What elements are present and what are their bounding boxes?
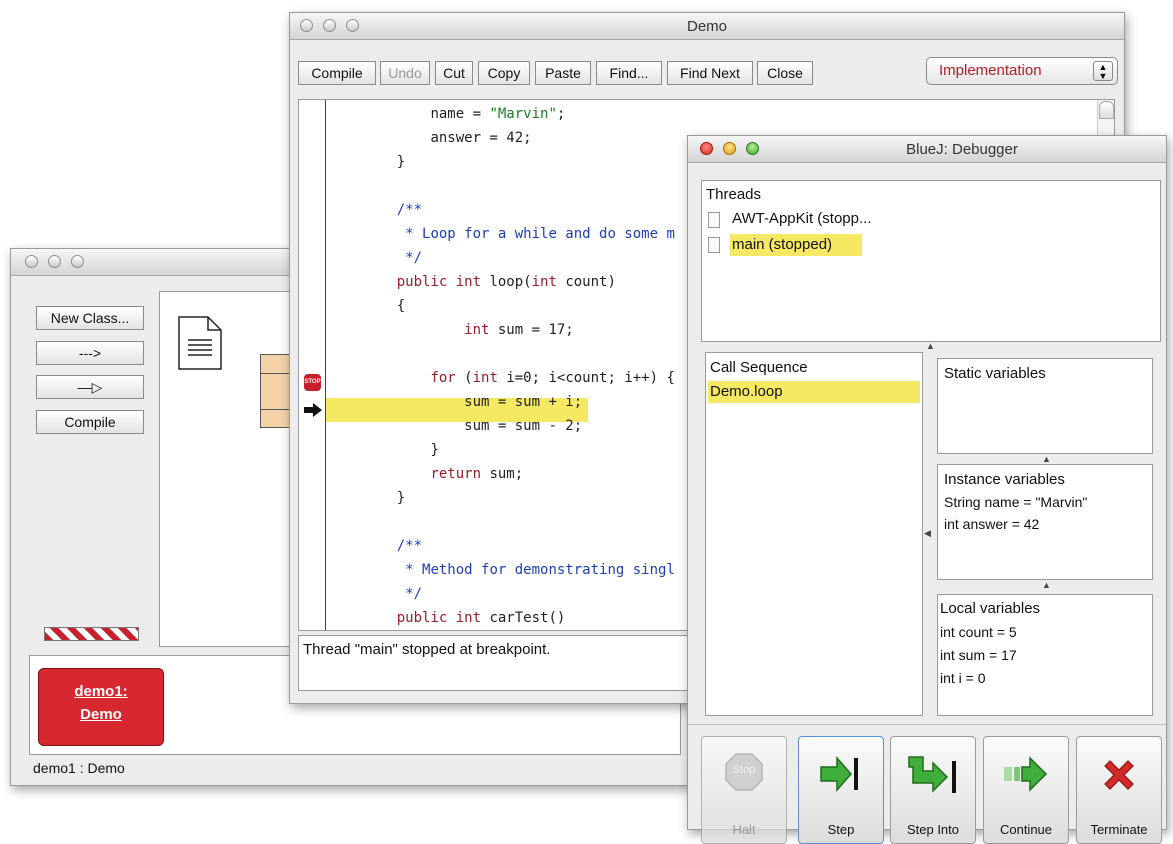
local-variables-label: Local variables: [940, 600, 1041, 617]
step-button[interactable]: Step: [798, 736, 884, 844]
instance-variable[interactable]: int answer = 42: [944, 516, 1039, 532]
machine-activity-indicator: [44, 627, 139, 641]
step-into-label: Step Into: [906, 822, 960, 837]
call-sequence-panel: Call Sequence Demo.loop: [705, 352, 923, 716]
thread-icon: [708, 237, 720, 253]
local-variables-panel: Local variables int count = 5 int sum = …: [937, 594, 1153, 716]
object-type: Demo: [80, 706, 122, 723]
new-class-button[interactable]: New Class...: [36, 306, 144, 330]
editor-title: Demo: [686, 18, 727, 35]
breakpoint-stop-icon[interactable]: STOP: [304, 374, 321, 391]
step-into-button[interactable]: Step Into: [890, 736, 976, 844]
project-status: demo1 : Demo: [33, 760, 125, 776]
local-variable[interactable]: int count = 5: [940, 624, 1017, 640]
execution-pointer-icon: [303, 402, 323, 418]
zoom-icon[interactable]: [71, 255, 84, 268]
continue-label: Continue: [999, 822, 1053, 837]
instance-variables-label: Instance variables: [944, 471, 1065, 488]
local-variable[interactable]: int i = 0: [940, 670, 986, 686]
find-next-button[interactable]: Find Next: [667, 61, 753, 85]
find-button[interactable]: Find...: [596, 61, 662, 85]
static-variables-label: Static variables: [944, 365, 1046, 382]
minimize-icon[interactable]: [48, 255, 61, 268]
halt-stop-text: Stop: [732, 764, 756, 776]
object-demo1[interactable]: demo1: Demo: [38, 668, 164, 746]
call-divider-handle[interactable]: ◀: [924, 528, 931, 539]
compile-button[interactable]: Compile: [36, 410, 144, 434]
undo-button[interactable]: Undo: [380, 61, 430, 85]
minimize-icon[interactable]: [723, 142, 736, 155]
debugger-toolbar-separator: [688, 724, 1166, 725]
inheritance-arrow-button[interactable]: —▷: [36, 375, 144, 399]
scroll-up-arrow[interactable]: [1099, 101, 1114, 119]
thread-icon: [708, 212, 720, 228]
close-icon[interactable]: [700, 142, 713, 155]
halt-label: Halt: [732, 822, 756, 837]
terminate-button[interactable]: Terminate: [1076, 736, 1162, 844]
thread-item-selected[interactable]: main (stopped): [732, 236, 832, 253]
threads-divider-handle[interactable]: ▲: [926, 341, 935, 351]
copy-button[interactable]: Copy: [478, 61, 530, 85]
instance-variable[interactable]: String name = "Marvin": [944, 494, 1087, 510]
dependency-arrow-button[interactable]: --->: [36, 341, 144, 365]
terminate-x-icon: [1101, 757, 1137, 793]
static-divider-handle[interactable]: ▲: [1042, 454, 1051, 464]
continue-button[interactable]: Continue: [983, 736, 1069, 844]
thread-item[interactable]: AWT-AppKit (stopp...: [732, 210, 872, 227]
terminate-label: Terminate: [1090, 822, 1148, 837]
compile-button[interactable]: Compile: [298, 61, 376, 85]
close-icon[interactable]: [25, 255, 38, 268]
editor-titlebar[interactable]: Demo: [290, 13, 1124, 40]
view-select-value: Implementation: [939, 62, 1042, 79]
step-icon: [819, 755, 863, 793]
static-variables-panel: Static variables: [937, 358, 1153, 454]
close-button[interactable]: Close: [757, 61, 813, 85]
breakpoint-gutter[interactable]: [299, 100, 326, 630]
debugger-titlebar[interactable]: BlueJ: Debugger: [688, 136, 1166, 163]
halt-stop-icon: Stop: [725, 753, 763, 791]
local-variable[interactable]: int sum = 17: [940, 647, 1017, 663]
paste-button[interactable]: Paste: [535, 61, 591, 85]
call-sequence-label: Call Sequence: [710, 359, 808, 376]
document-icon: [178, 316, 222, 370]
select-arrows-icon: ▲ ▼: [1093, 61, 1113, 81]
step-label: Step: [827, 822, 855, 837]
continue-icon: [1002, 755, 1052, 793]
code-line: name = "Marvin";: [430, 106, 566, 122]
threads-panel: Threads AWT-AppKit (stopp... main (stopp…: [701, 180, 1161, 342]
view-select[interactable]: Implementation ▲ ▼: [926, 57, 1118, 85]
call-sequence-item[interactable]: Demo.loop: [710, 383, 783, 400]
editor-status-text: Thread "main" stopped at breakpoint.: [303, 641, 551, 658]
instance-divider-handle[interactable]: ▲: [1042, 580, 1051, 590]
threads-label: Threads: [706, 186, 762, 203]
object-name: demo1:: [74, 683, 128, 700]
step-into-icon: [907, 753, 961, 795]
debugger-window: BlueJ: Debugger Threads AWT-AppKit (stop…: [687, 135, 1167, 844]
halt-button[interactable]: Stop Halt: [701, 736, 787, 844]
instance-variables-panel: Instance variables String name = "Marvin…: [937, 464, 1153, 580]
cut-button[interactable]: Cut: [435, 61, 473, 85]
debugger-title: BlueJ: Debugger: [906, 141, 1018, 158]
